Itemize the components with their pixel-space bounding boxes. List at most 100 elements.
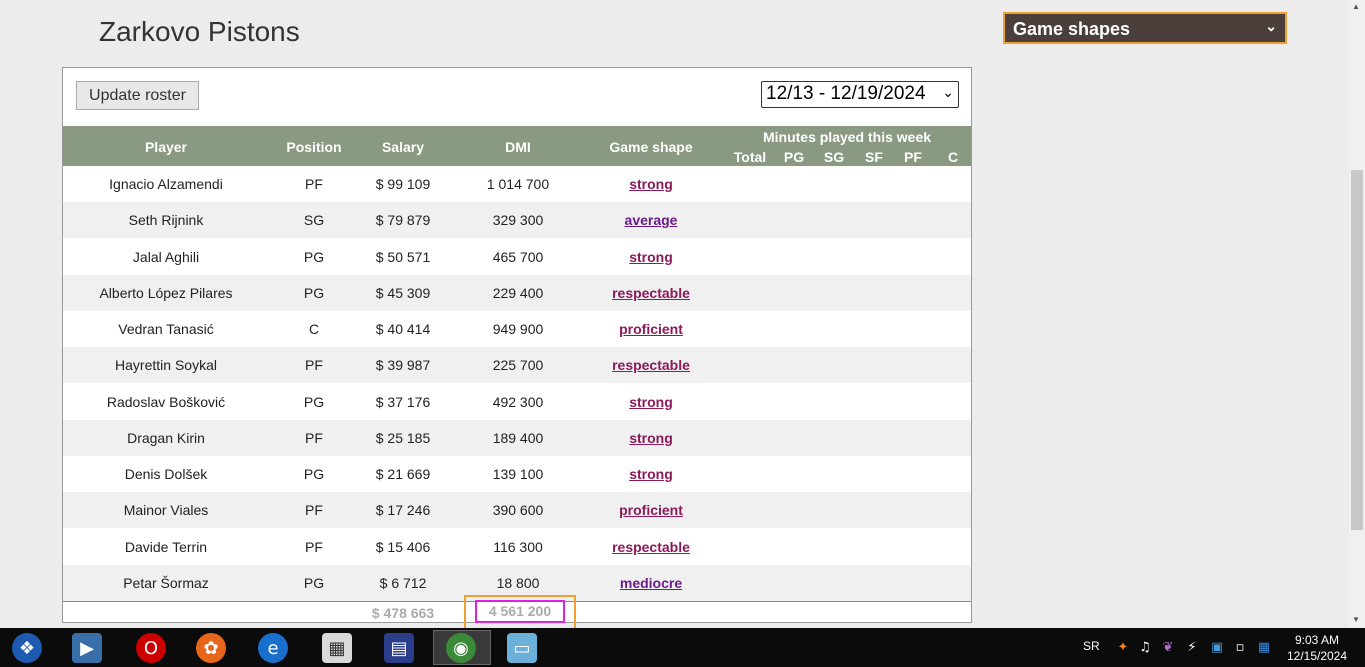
header-salary[interactable]: Salary xyxy=(353,139,453,155)
avast-icon[interactable]: ✦ xyxy=(1115,640,1131,656)
power-icon[interactable]: ⚡ xyxy=(1184,640,1200,656)
player-game-shape[interactable]: respectable xyxy=(591,539,711,555)
header-player[interactable]: Player xyxy=(63,139,269,155)
firefox-icon[interactable]: ✿ xyxy=(196,633,226,663)
player-position: PG xyxy=(303,393,325,410)
feather-icon[interactable]: ❦ xyxy=(1160,640,1176,656)
header-minutes-sg: SG xyxy=(823,149,845,165)
table-row: Dragan Kirin PF $ 25 185 189 400 strong xyxy=(63,419,971,456)
scroll-up-icon[interactable]: ▲ xyxy=(1352,2,1360,11)
player-position: SG xyxy=(303,212,325,229)
player-name: Radoslav Bošković xyxy=(106,393,226,410)
player-game-shape[interactable]: strong xyxy=(591,466,711,482)
table-header: Player Position Salary DMI Game shape Mi… xyxy=(63,126,971,166)
player-dmi: 18 800 xyxy=(496,574,540,591)
clock-time: 9:03 AM xyxy=(1294,633,1340,647)
player-game-shape[interactable]: strong xyxy=(591,394,711,410)
player-dmi: 189 400 xyxy=(492,429,544,446)
player-position: PF xyxy=(305,429,323,446)
header-game-shape[interactable]: Game shape xyxy=(591,139,711,155)
calculator-icon[interactable]: ▦ xyxy=(322,633,352,663)
player-game-shape[interactable]: mediocre xyxy=(591,575,711,591)
player-game-shape[interactable]: respectable xyxy=(591,285,711,301)
player-dmi: 229 400 xyxy=(492,284,544,301)
clock-date: 12/15/2024 xyxy=(1286,649,1348,663)
player-salary: $ 99 109 xyxy=(375,176,431,192)
table-row: Seth Rijnink SG $ 79 879 329 300 average xyxy=(63,202,971,239)
chevron-down-icon: ⌄ xyxy=(942,84,954,100)
player-position: PF xyxy=(305,357,323,374)
totals-row: $ 478 663 4 561 200 xyxy=(63,595,971,630)
player-position: PF xyxy=(305,176,323,192)
player-dmi: 329 300 xyxy=(492,212,544,229)
player-salary: $ 15 406 xyxy=(375,538,431,555)
player-game-shape[interactable]: proficient xyxy=(591,502,711,518)
table-row: Denis Dolšek PG $ 21 669 139 100 strong xyxy=(63,456,971,492)
player-dmi: 139 100 xyxy=(492,466,544,482)
player-game-shape[interactable]: proficient xyxy=(591,321,711,337)
total-dmi-highlight: 4 561 200 xyxy=(464,595,576,630)
volume-icon[interactable]: ♫ xyxy=(1137,640,1153,656)
player-dmi: 390 600 xyxy=(492,502,544,519)
player-position: PF xyxy=(305,538,323,555)
player-position: PG xyxy=(303,574,325,591)
update-roster-button[interactable]: Update roster xyxy=(76,81,199,110)
signal-icon[interactable]: ▫ xyxy=(1232,640,1248,656)
table-row: Vedran Tanasić C $ 40 414 949 900 proficient xyxy=(63,311,971,347)
player-game-shape[interactable]: strong xyxy=(591,176,711,192)
player-salary: $ 40 414 xyxy=(375,321,431,337)
player-position: PG xyxy=(303,466,325,482)
media-player-icon[interactable]: ▶ xyxy=(72,633,102,663)
table-row: Alberto López Pilares PG $ 45 309 229 400 re… xyxy=(63,274,971,311)
table-row: Jalal Aghili PG $ 50 571 465 700 strong xyxy=(63,239,971,275)
week-select[interactable]: 12/13 - 12/19/2024 ⌄ xyxy=(761,81,959,108)
table-row: Radoslav Bošković PG $ 37 176 492 300 strong xyxy=(63,384,971,420)
save-disk-icon[interactable]: ▤ xyxy=(384,633,414,663)
table-row: Ignacio Alzamendi PF $ 99 109 1 014 700 stro… xyxy=(63,166,971,202)
header-minutes-total: Total xyxy=(733,149,767,165)
player-name: Petar Šormaz xyxy=(123,574,209,591)
player-dmi: 225 700 xyxy=(492,357,544,374)
header-minutes-sf: SF xyxy=(865,149,883,165)
player-game-shape[interactable]: strong xyxy=(591,430,711,446)
player-salary: $ 50 571 xyxy=(375,248,431,265)
header-dmi[interactable]: DMI xyxy=(468,139,568,155)
opera-icon[interactable]: O xyxy=(136,633,166,663)
player-name: Seth Rijnink xyxy=(128,212,204,229)
chrome-icon[interactable]: ◉ xyxy=(446,633,476,663)
player-position: PG xyxy=(303,248,325,265)
scroll-down-icon[interactable]: ▼ xyxy=(1352,615,1360,624)
player-name: Vedran Tanasić xyxy=(118,321,214,337)
player-salary: $ 21 669 xyxy=(375,466,431,482)
taskbar: ❖ ▶ O ✿ e ▦ ▤ ◉ ▭ SR ✦ ♫ ❦ ⚡ ▣ ▫ ▦ 9:03 … xyxy=(0,628,1365,667)
player-name: Ignacio Alzamendi xyxy=(109,176,223,192)
camera-icon[interactable]: ▣ xyxy=(1209,640,1225,656)
table-row: Hayrettin Soykal PF $ 39 987 225 700 respect… xyxy=(63,347,971,384)
blue-app-icon[interactable]: ▭ xyxy=(507,633,537,663)
grid-icon[interactable]: ▦ xyxy=(1256,640,1272,656)
language-indicator[interactable]: SR xyxy=(1083,639,1100,653)
player-salary: $ 17 246 xyxy=(375,502,431,519)
windows-start-icon[interactable]: ❖ xyxy=(12,633,42,663)
total-dmi: 4 561 200 xyxy=(475,600,565,623)
player-name: Dragan Kirin xyxy=(127,429,205,446)
player-game-shape[interactable]: respectable xyxy=(591,357,711,373)
player-salary: $ 37 176 xyxy=(375,393,431,410)
player-name: Hayrettin Soykal xyxy=(115,357,217,374)
vertical-scrollbar[interactable]: ▲ ▼ xyxy=(1349,0,1365,628)
player-name: Jalal Aghili xyxy=(132,248,200,265)
player-game-shape[interactable]: strong xyxy=(591,249,711,265)
game-shapes-dropdown[interactable]: Game shapes ⌄ xyxy=(1003,12,1287,44)
internet-explorer-icon[interactable]: e xyxy=(258,633,288,663)
player-game-shape[interactable]: average xyxy=(591,212,711,228)
table-row: Davide Terrin PF $ 15 406 116 300 respectabl… xyxy=(63,529,971,565)
player-position: PG xyxy=(303,284,325,301)
chevron-down-icon: ⌄ xyxy=(1265,18,1277,34)
player-dmi: 949 900 xyxy=(492,321,544,337)
player-dmi: 116 300 xyxy=(493,538,543,555)
clock[interactable]: 9:03 AM 12/15/2024 xyxy=(1282,632,1352,664)
page-title: Zarkovo Pistons xyxy=(99,16,300,47)
scroll-thumb[interactable] xyxy=(1351,170,1363,530)
player-dmi: 1 014 700 xyxy=(486,176,550,192)
header-position[interactable]: Position xyxy=(269,139,359,155)
